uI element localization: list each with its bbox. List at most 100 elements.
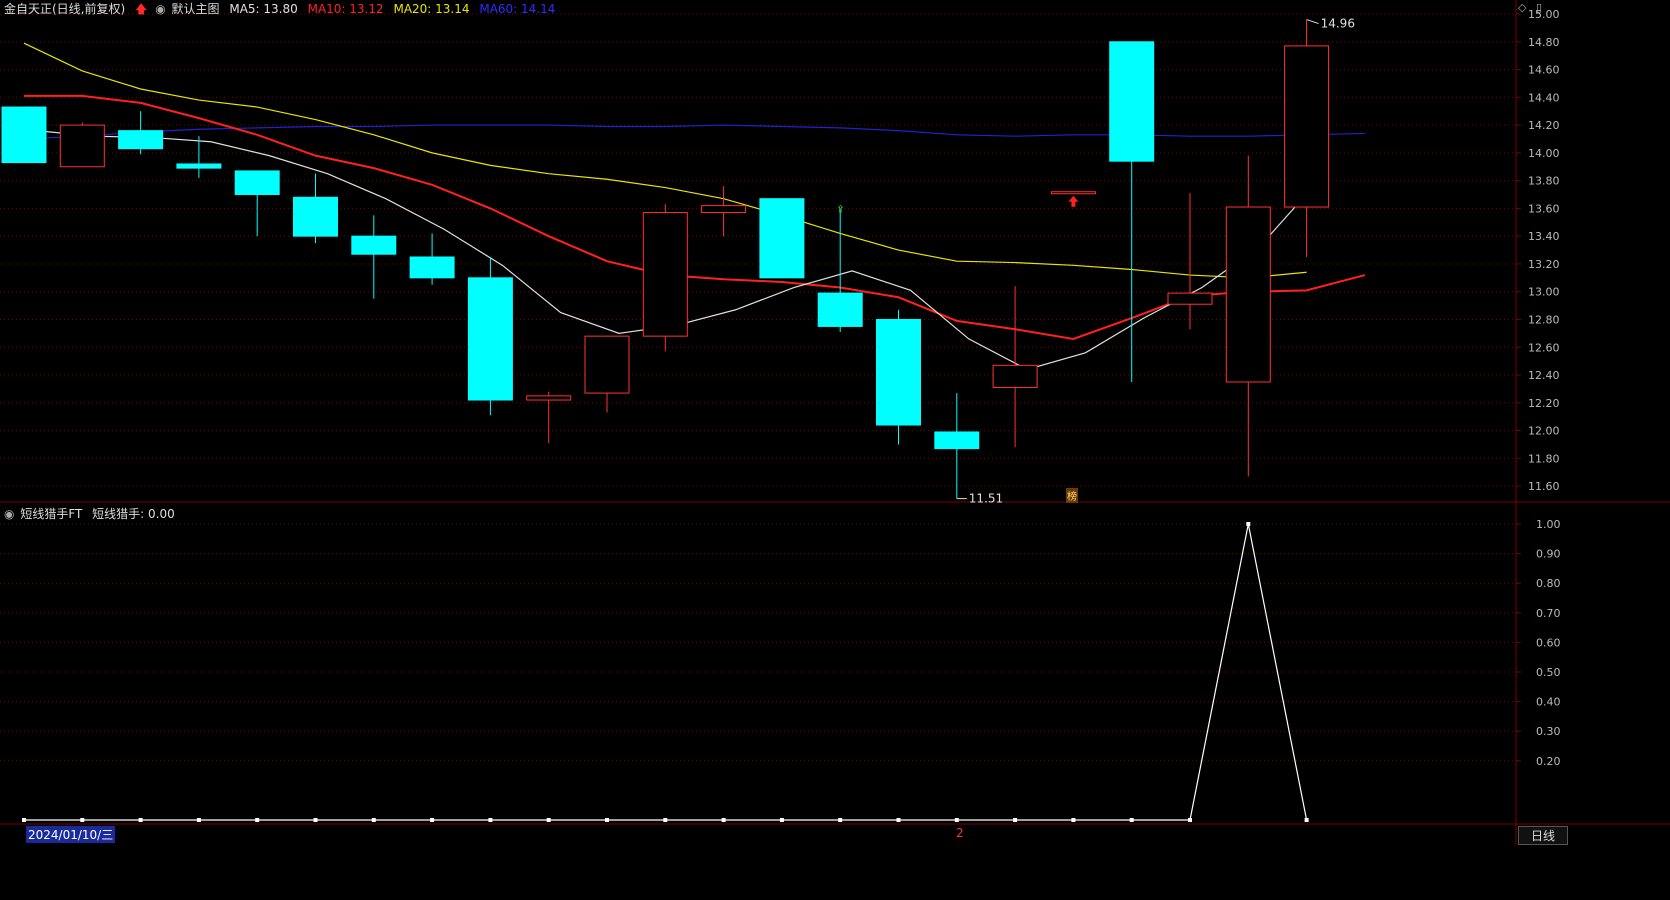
candle-body: [759, 198, 805, 279]
price-tick-label: 12.40: [1528, 369, 1560, 382]
candle[interactable]: [584, 335, 630, 413]
ma10-line: [24, 94, 1366, 340]
indicator-tick-label: 0.20: [1536, 755, 1561, 768]
kline-chart[interactable]: 15.00 14.80 14.60 14.40 14.20 14.00 13.80 13.60…: [0, 0, 1670, 900]
candle-body: [584, 335, 630, 394]
candle[interactable]: [1, 106, 47, 164]
indicator-point: [954, 818, 959, 822]
indicator-point: [1304, 818, 1309, 822]
candles[interactable]: [1, 19, 1330, 499]
buy-arrow-icon: [1068, 195, 1079, 207]
indicator-point: [1013, 818, 1018, 822]
candle-body: [409, 256, 455, 279]
candle[interactable]: [1109, 41, 1155, 382]
price-axis: 15.00 14.80 14.60 14.40 14.20 14.00 13.80 13.60…: [1516, 8, 1560, 493]
chart-grid: [0, 0, 1670, 845]
candle-body: [234, 170, 280, 196]
settings-circle-icon[interactable]: ◉: [155, 2, 165, 16]
rank-badge[interactable]: 榜: [1066, 488, 1078, 503]
header-bar: 金自天正(日线,前复权) 🡅 ◉ 默认主图 MA5: 13.80 MA10: 1…: [4, 0, 555, 21]
candle-body: [176, 163, 222, 169]
price-tick-label: 14.60: [1528, 64, 1560, 77]
price-tick-label: 14.80: [1528, 36, 1560, 49]
candle[interactable]: [817, 208, 863, 332]
indicator-point: [313, 818, 318, 822]
candle[interactable]: [526, 391, 572, 444]
indicator-point: [1071, 818, 1076, 822]
period-button[interactable]: 日线: [1518, 826, 1568, 845]
indicator-point: [838, 818, 843, 822]
candle-body: [701, 205, 747, 214]
indicator-tick-label: 0.60: [1536, 636, 1561, 649]
candle-body: [1, 106, 47, 164]
candle[interactable]: [876, 309, 921, 445]
candle-body: [642, 212, 688, 337]
candle-body: [1109, 41, 1155, 162]
price-tick-label: 13.80: [1528, 175, 1560, 188]
candle[interactable]: [642, 204, 688, 352]
footer-marker: 2: [956, 826, 964, 840]
candle[interactable]: [992, 286, 1038, 448]
indicator-point: [22, 818, 26, 822]
stock-title[interactable]: 金自天正(日线,前复权): [4, 2, 125, 16]
indicator-tick-label: 0.40: [1536, 696, 1561, 709]
candle[interactable]: [118, 111, 164, 155]
indicator-point: [430, 818, 435, 822]
price-tick-label: 12.20: [1528, 397, 1560, 410]
candle-body: [817, 292, 863, 327]
moving-average-lines: [23, 42, 1366, 371]
candle[interactable]: [759, 198, 805, 279]
indicator-point: [1129, 818, 1134, 822]
indicator-point: [255, 818, 260, 822]
candle[interactable]: [59, 122, 105, 168]
candle-body: [876, 318, 921, 426]
indicator-point: [721, 818, 726, 822]
settings-circle-icon[interactable]: ◉: [4, 507, 14, 521]
indicator-tick-label: 0.70: [1536, 607, 1561, 620]
ma60-line: [23, 124, 1365, 140]
indicator-point: [896, 818, 901, 822]
date-cursor-label: 2024/01/10/三: [26, 826, 116, 843]
candle[interactable]: [409, 233, 455, 285]
indicator-point: [138, 818, 143, 822]
candle[interactable]: [934, 393, 980, 499]
high-pointer: [1306, 19, 1319, 25]
diamond-icon[interactable]: ◇: [1518, 1, 1526, 14]
price-tick-label: 13.20: [1528, 258, 1560, 271]
main-chart-label[interactable]: 默认主图: [172, 2, 220, 16]
candle[interactable]: [1225, 155, 1271, 477]
price-tick-label: 12.00: [1528, 425, 1560, 438]
price-tick-label: 15.00: [1528, 8, 1560, 21]
candle-body: [934, 431, 980, 450]
low-price-label: 11.51: [969, 492, 1003, 506]
indicator-label[interactable]: 短线猎手FT: [20, 507, 82, 521]
indicator-tick-label: 0.30: [1536, 725, 1561, 738]
candle-body: [351, 235, 397, 255]
candle[interactable]: [293, 173, 338, 244]
candle-body: [1167, 292, 1213, 305]
price-tick-label: 14.00: [1528, 147, 1560, 160]
indicator-point: [779, 818, 784, 822]
candle[interactable]: [1050, 191, 1096, 195]
candle[interactable]: [701, 186, 747, 237]
price-tick-label: 11.60: [1528, 480, 1560, 493]
price-tick-label: 14.20: [1528, 119, 1560, 132]
candle[interactable]: [351, 215, 397, 299]
ma5-label: MA5: 13.80: [229, 2, 298, 16]
indicator-panel[interactable]: [22, 522, 1309, 822]
indicator-header: ◉ 短线猎手FT 短线猎手: 0.00: [4, 505, 175, 522]
indicator-point: [488, 818, 493, 822]
indicator-tick-label: 0.90: [1536, 548, 1561, 561]
candle[interactable]: [1284, 19, 1330, 257]
price-tick-label: 12.80: [1528, 313, 1560, 326]
price-tick-label: 13.00: [1528, 286, 1560, 299]
indicator-point: [1188, 818, 1192, 822]
candle[interactable]: [467, 257, 513, 416]
candle[interactable]: [1167, 193, 1213, 330]
candle-body: [293, 196, 338, 237]
indicator-point: [80, 818, 85, 822]
window-icon[interactable]: ▯: [1536, 1, 1542, 14]
ma10-label: MA10: 13.12: [307, 2, 384, 16]
candle[interactable]: [234, 170, 280, 237]
signal-marker-icon: ⇧: [836, 204, 844, 215]
